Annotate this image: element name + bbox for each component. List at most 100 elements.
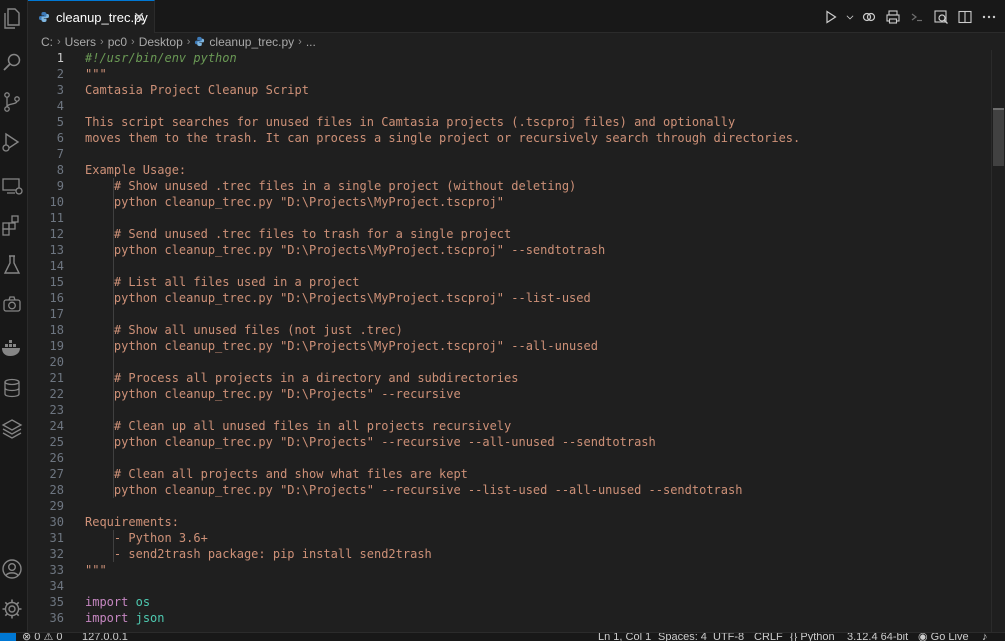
code-line[interactable]: 10 python cleanup_trec.py "D:\Projects\M… bbox=[28, 194, 991, 210]
python-file-icon bbox=[194, 36, 205, 47]
chevron-right-icon: › bbox=[186, 35, 191, 48]
line-number: 34 bbox=[49, 579, 64, 593]
code-line[interactable]: 24 # Clean up all unused files in all pr… bbox=[28, 418, 991, 434]
code-line[interactable]: 25 python cleanup_trec.py "D:\Projects" … bbox=[28, 434, 991, 450]
code-line[interactable]: 4 bbox=[28, 98, 991, 114]
docker-icon[interactable] bbox=[0, 336, 24, 360]
source-control-icon[interactable] bbox=[0, 90, 24, 114]
code-line[interactable]: 19 python cleanup_trec.py "D:\Projects\M… bbox=[28, 338, 991, 354]
line-number: 29 bbox=[49, 499, 64, 513]
breadcrumb-item-symbol[interactable]: ... bbox=[306, 35, 316, 49]
code-line[interactable]: 21 # Process all projects in a directory… bbox=[28, 370, 991, 386]
code-line[interactable]: 15 # List all files used in a project bbox=[28, 274, 991, 290]
code-line[interactable]: 27 # Clean all projects and show what fi… bbox=[28, 466, 991, 482]
code-line[interactable]: 6 moves them to the trash. It can process… bbox=[28, 130, 991, 146]
layers-icon[interactable] bbox=[0, 416, 24, 440]
code-line[interactable]: 33 """ bbox=[28, 562, 991, 578]
code-line[interactable]: 9 # Show unused .trec files in a single … bbox=[28, 178, 991, 194]
more-icon[interactable] bbox=[979, 7, 999, 27]
end-of-line[interactable]: CRLF bbox=[754, 633, 783, 641]
code-line[interactable]: 31 - Python 3.6+ bbox=[28, 530, 991, 546]
code-text: # Process all projects in a directory an… bbox=[85, 371, 519, 385]
remote-indicator[interactable] bbox=[0, 633, 16, 641]
code-line[interactable]: 22 python cleanup_trec.py "D:\Projects" … bbox=[28, 386, 991, 402]
keyword-token: import bbox=[85, 595, 129, 609]
settings-gear-icon[interactable] bbox=[0, 597, 24, 621]
code-line[interactable]: 12 # Send unused .trec files to trash fo… bbox=[28, 226, 991, 242]
account-icon[interactable] bbox=[0, 557, 24, 581]
chevron-right-icon: › bbox=[100, 35, 104, 48]
tab-cleanup-trec[interactable]: cleanup_trec.py ✕ bbox=[28, 0, 155, 33]
line-number: 32 bbox=[49, 547, 64, 561]
code-line[interactable]: 7 bbox=[28, 146, 991, 162]
encoding[interactable]: UTF-8 bbox=[713, 633, 744, 641]
testing-icon[interactable] bbox=[0, 253, 24, 277]
status-bar: ⊗ 0 ⚠ 0 127.0.0.1 Ln 1, Col 1 Spaces: 4 … bbox=[0, 632, 1005, 641]
keyword-token: import bbox=[85, 611, 129, 625]
chevron-down-icon[interactable] bbox=[845, 7, 855, 27]
go-live-label: Go Live bbox=[930, 632, 969, 641]
broadcast-icon: ◉ bbox=[918, 632, 931, 641]
code-line[interactable]: 32 - send2trash package: pip install sen… bbox=[28, 546, 991, 562]
database-icon[interactable] bbox=[0, 376, 24, 400]
python-file-icon bbox=[38, 11, 50, 23]
close-icon[interactable]: ✕ bbox=[132, 10, 146, 24]
code-line[interactable]: 5 This script searches for unused files i… bbox=[28, 114, 991, 130]
line-number: 9 bbox=[56, 179, 64, 193]
line-number: 25 bbox=[49, 435, 64, 449]
breadcrumb-item-desktop[interactable]: Desktop bbox=[139, 35, 183, 49]
open-changes-icon[interactable] bbox=[859, 7, 879, 27]
code-line[interactable]: 35 import os bbox=[28, 594, 991, 610]
cursor-position[interactable]: Ln 1, Col 1 bbox=[598, 633, 651, 641]
run-icon[interactable] bbox=[821, 7, 841, 27]
breadcrumb-item-users[interactable]: Users bbox=[65, 35, 96, 49]
line-number: 23 bbox=[49, 403, 64, 417]
code-line[interactable]: 36 import json bbox=[28, 610, 991, 626]
code-line[interactable]: 23 bbox=[28, 402, 991, 418]
code-line[interactable]: 1 #!/usr/bin/env python bbox=[28, 50, 991, 66]
code-line[interactable]: 16 python cleanup_trec.py "D:\Projects\M… bbox=[28, 290, 991, 306]
breadcrumb-item-drive[interactable]: C: bbox=[41, 35, 53, 49]
language-mode[interactable]: {} Python bbox=[790, 633, 835, 641]
print-icon[interactable] bbox=[883, 7, 903, 27]
code-line[interactable]: 34 bbox=[28, 578, 991, 594]
line-number: 17 bbox=[49, 307, 64, 321]
vertical-scrollbar[interactable] bbox=[991, 50, 1005, 632]
run-debug-icon[interactable] bbox=[0, 130, 24, 154]
code-line[interactable]: 30 Requirements: bbox=[28, 514, 991, 530]
breadcrumb-item-pc0[interactable]: pc0 bbox=[108, 35, 127, 49]
problems-indicator[interactable]: ⊗ 0 ⚠ 0 bbox=[22, 633, 63, 641]
split-editor-icon[interactable] bbox=[955, 7, 975, 27]
code-line[interactable]: 20 bbox=[28, 354, 991, 370]
terminal-icon[interactable] bbox=[907, 7, 927, 27]
code-line[interactable]: 29 bbox=[28, 498, 991, 514]
code-line[interactable]: 17 bbox=[28, 306, 991, 322]
module-token: json bbox=[135, 611, 165, 625]
remote-explorer-icon[interactable] bbox=[0, 174, 24, 198]
code-text: """ bbox=[85, 563, 107, 577]
code-editor[interactable]: 1 #!/usr/bin/env python 2 """ 3 Camtasia Proj… bbox=[28, 50, 991, 632]
code-line[interactable]: 18 # Show all unused files (not just .tr… bbox=[28, 322, 991, 338]
explorer-icon[interactable] bbox=[0, 6, 24, 30]
inspect-icon[interactable] bbox=[931, 7, 951, 27]
go-live-button[interactable]: ◉ Go Live bbox=[918, 632, 969, 641]
code-line[interactable]: 8 Example Usage: bbox=[28, 162, 991, 178]
indentation[interactable]: Spaces: 4 bbox=[658, 633, 707, 641]
chevron-right-icon: › bbox=[131, 35, 135, 48]
scrollbar-thumb[interactable] bbox=[993, 110, 1004, 166]
code-line[interactable]: 26 bbox=[28, 450, 991, 466]
breadcrumb-item-file[interactable]: cleanup_trec.py bbox=[194, 35, 294, 49]
extensions-icon[interactable] bbox=[0, 213, 24, 237]
port-indicator[interactable]: 127.0.0.1 bbox=[82, 633, 128, 641]
code-text: moves them to the trash. It can process … bbox=[85, 131, 801, 145]
camera-icon[interactable] bbox=[0, 292, 24, 316]
code-line[interactable]: 28 python cleanup_trec.py "D:\Projects" … bbox=[28, 482, 991, 498]
code-line[interactable]: 3 Camtasia Project Cleanup Script bbox=[28, 82, 991, 98]
code-line[interactable]: 13 python cleanup_trec.py "D:\Projects\M… bbox=[28, 242, 991, 258]
search-icon[interactable] bbox=[0, 50, 24, 74]
bell-icon[interactable]: ♪ bbox=[982, 633, 988, 641]
code-line[interactable]: 14 bbox=[28, 258, 991, 274]
code-line[interactable]: 2 """ bbox=[28, 66, 991, 82]
code-line[interactable]: 11 bbox=[28, 210, 991, 226]
python-interpreter[interactable]: 3.12.4 64-bit bbox=[847, 633, 908, 641]
